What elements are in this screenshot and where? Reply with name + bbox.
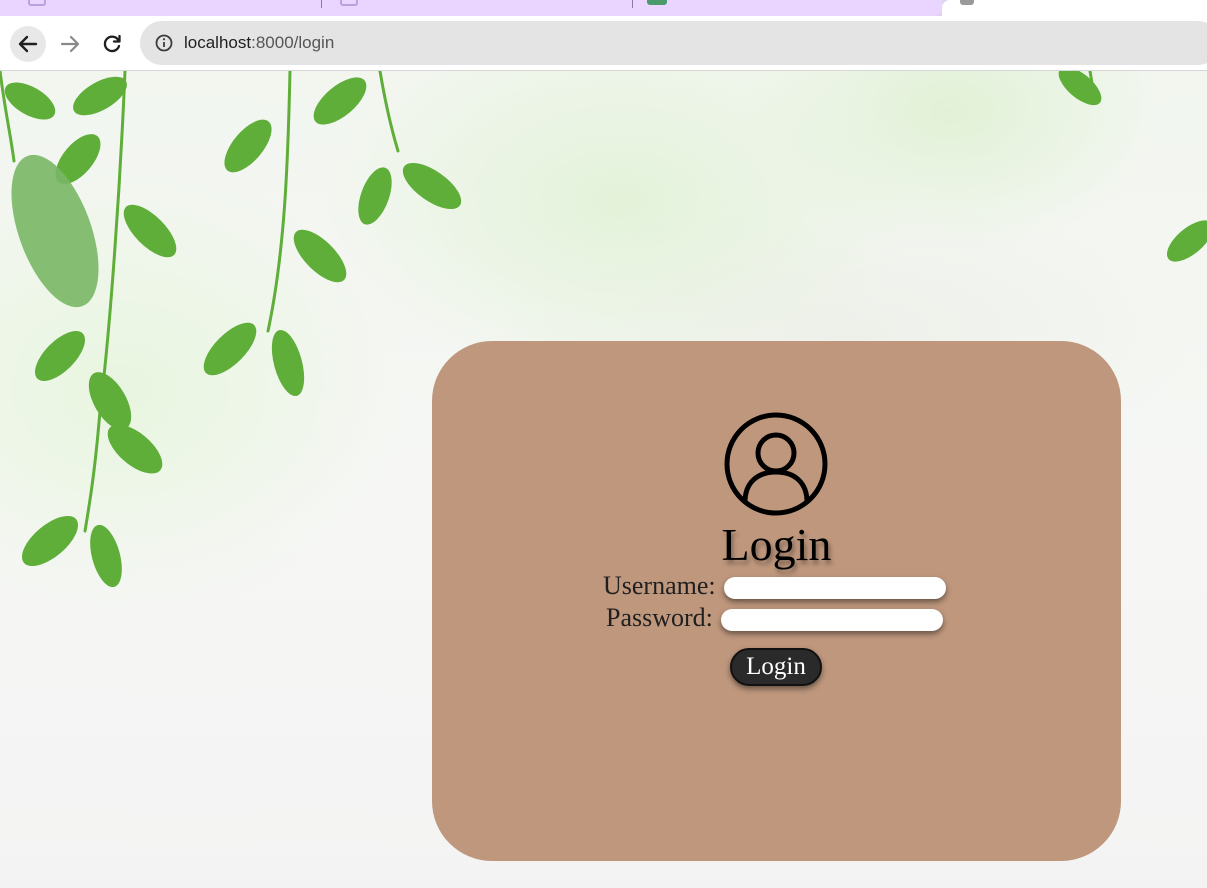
tab-strip [0, 0, 1207, 16]
back-arrow-icon [18, 35, 38, 53]
active-tab[interactable] [942, 0, 1207, 16]
url-host: localhost [184, 33, 252, 52]
inactive-tabs[interactable] [0, 0, 942, 16]
page-background: Login Username: Password: Login [0, 71, 1207, 888]
tab-divider [632, 0, 633, 8]
reload-button[interactable] [94, 26, 130, 62]
address-bar[interactable]: localhost:8000/login [140, 21, 1207, 65]
login-card: Login Username: Password: Login [432, 341, 1121, 861]
password-label: Password: [606, 603, 713, 632]
login-title: Login [721, 519, 832, 570]
username-label: Username: [603, 571, 716, 600]
password-input[interactable] [721, 609, 943, 631]
browser-toolbar: localhost:8000/login [0, 16, 1207, 71]
globe-icon [960, 0, 974, 5]
back-button[interactable] [10, 26, 46, 62]
code-icon [28, 0, 46, 6]
tab-divider [321, 0, 322, 8]
user-avatar-icon [724, 412, 828, 516]
sheet-icon [647, 0, 667, 5]
forward-arrow-icon [60, 35, 80, 53]
url-path: :8000/login [251, 33, 335, 52]
url-text[interactable]: localhost:8000/login [184, 33, 334, 53]
reload-icon [103, 34, 121, 53]
username-input[interactable] [724, 577, 946, 599]
login-button[interactable]: Login [730, 648, 822, 686]
code-icon [340, 0, 358, 6]
forward-button[interactable] [52, 26, 88, 62]
site-info-icon[interactable] [154, 33, 174, 53]
